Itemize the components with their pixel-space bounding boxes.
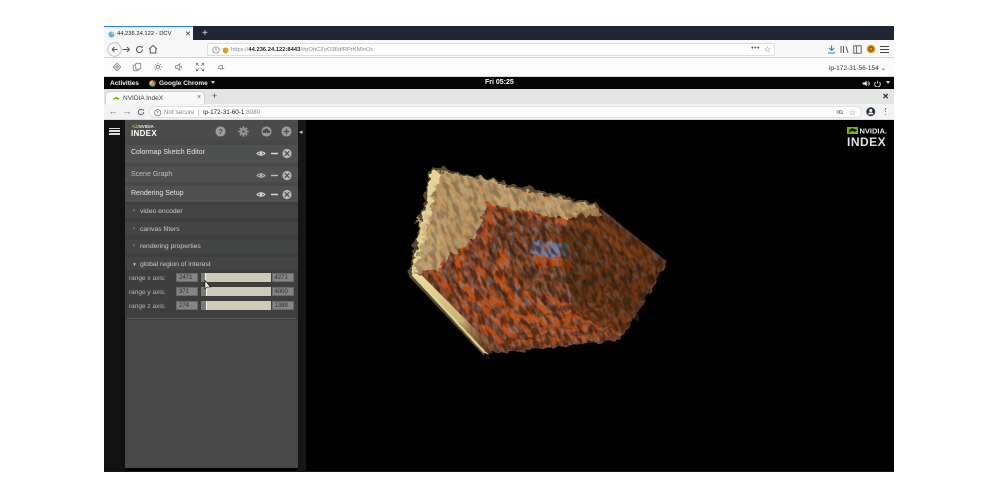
svg-text:INDEX: INDEX <box>847 135 886 149</box>
svg-text:?: ? <box>218 127 223 136</box>
